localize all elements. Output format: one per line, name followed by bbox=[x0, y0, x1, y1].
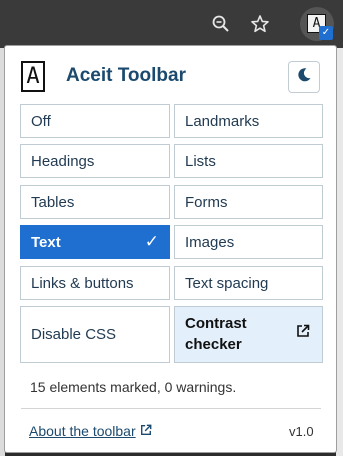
contrast-checker-label: Contrast checker bbox=[185, 314, 247, 355]
lists-button[interactable]: Lists bbox=[174, 144, 323, 178]
button-label: Lists bbox=[185, 152, 216, 170]
external-link-icon bbox=[140, 423, 152, 439]
contrast-checker-button[interactable]: Contrast checker bbox=[174, 306, 323, 363]
button-label: Forms bbox=[185, 193, 228, 211]
forms-button[interactable]: Forms bbox=[174, 185, 323, 219]
check-icon: ✓ bbox=[144, 232, 159, 251]
star-icon[interactable] bbox=[248, 12, 272, 36]
headings-button[interactable]: Headings bbox=[20, 144, 170, 178]
popup-panel: A Aceit Toolbar Off Landmarks Headings L… bbox=[4, 45, 337, 453]
button-label: Images bbox=[185, 233, 235, 251]
button-label: Links & buttons bbox=[31, 274, 134, 292]
app-logo: A bbox=[21, 61, 45, 92]
links-buttons-button[interactable]: Links & buttons bbox=[20, 266, 170, 300]
version-label: v1.0 bbox=[289, 424, 314, 439]
disable-css-button[interactable]: Disable CSS bbox=[20, 306, 170, 363]
page-background-right bbox=[336, 48, 343, 456]
button-label: Landmarks bbox=[185, 112, 260, 130]
theme-toggle-button[interactable] bbox=[288, 61, 320, 93]
popup-header: A Aceit Toolbar bbox=[5, 46, 336, 104]
status-message: 15 elements marked, 0 warnings. bbox=[30, 379, 237, 395]
text-button[interactable]: Text ✓ bbox=[20, 225, 170, 259]
moon-icon bbox=[296, 67, 312, 88]
browser-toolbar: A ✓ bbox=[0, 0, 343, 48]
extension-badge-check-icon: ✓ bbox=[319, 26, 333, 40]
about-link-label: About the toolbar bbox=[29, 423, 136, 439]
button-label: Tables bbox=[31, 193, 75, 211]
off-button[interactable]: Off bbox=[20, 104, 170, 138]
zoom-out-icon[interactable] bbox=[209, 12, 233, 36]
button-label: Off bbox=[31, 112, 51, 130]
landmarks-button[interactable]: Landmarks bbox=[174, 104, 323, 138]
divider bbox=[21, 408, 321, 409]
button-label: Text bbox=[31, 233, 61, 251]
images-button[interactable]: Images bbox=[174, 225, 323, 259]
tables-button[interactable]: Tables bbox=[20, 185, 170, 219]
button-label: Headings bbox=[31, 152, 95, 170]
external-link-icon bbox=[296, 324, 310, 344]
button-label: Text spacing bbox=[185, 274, 269, 292]
extension-button[interactable]: A ✓ bbox=[300, 7, 334, 41]
about-toolbar-link[interactable]: About the toolbar bbox=[29, 423, 152, 439]
app-title: Aceit Toolbar bbox=[66, 65, 186, 86]
text-spacing-button[interactable]: Text spacing bbox=[174, 266, 323, 300]
contrast-line-2: checker bbox=[185, 335, 242, 353]
button-label: Disable CSS bbox=[31, 326, 117, 343]
contrast-line-1: Contrast bbox=[185, 315, 247, 333]
